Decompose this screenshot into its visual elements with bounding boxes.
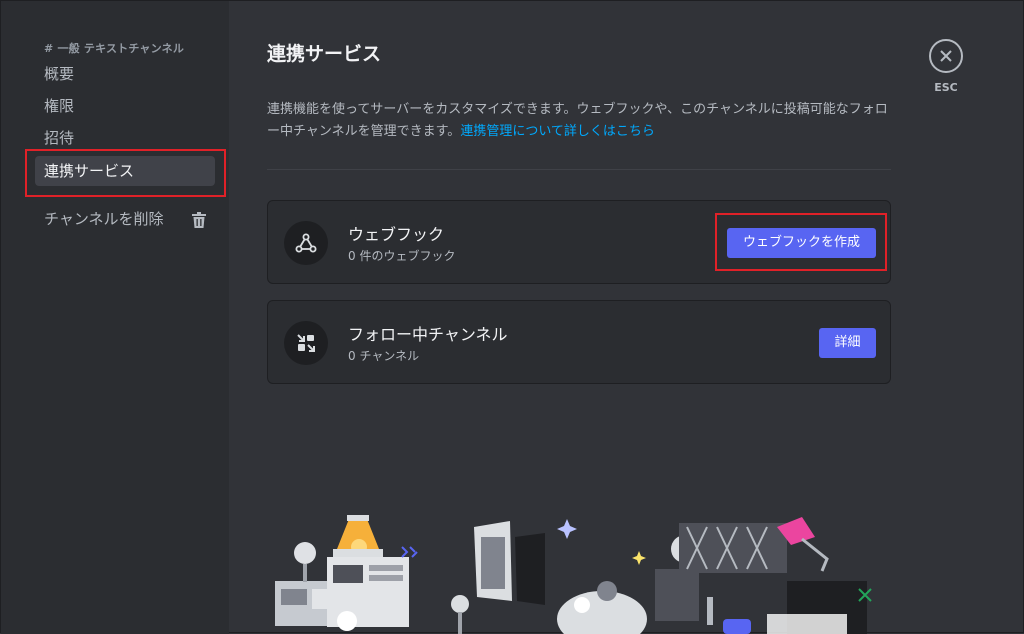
webhooks-count: 0 件のウェブフック: [348, 249, 456, 263]
highlight-box-integrations: [25, 149, 226, 197]
followed-channels-title: フォロー中チャンネル: [348, 325, 508, 344]
page-description: 連携機能を使ってサーバーをカスタマイズできます。ウェブフックや、このチャンネルに…: [267, 102, 888, 139]
sidebar-item-overview[interactable]: 概要: [35, 59, 215, 89]
close-icon: [940, 50, 952, 62]
esc-label: ESC: [934, 81, 958, 94]
sidebar-item-permissions[interactable]: 権限: [35, 91, 215, 121]
empty-state-illustration: [275, 515, 872, 634]
learn-more-link[interactable]: 連携管理について詳しくはこちら: [460, 124, 655, 139]
followed-channels-count: 0 チャンネル: [348, 349, 420, 363]
page-title: 連携サービス: [267, 43, 382, 65]
channel-header: # 一般 テキストチャンネル: [44, 42, 185, 55]
close-button[interactable]: [929, 39, 963, 73]
delete-channel-button[interactable]: チャンネルを削除: [35, 204, 215, 234]
divider: [267, 169, 891, 170]
webhooks-title: ウェブフック: [348, 225, 445, 244]
details-button[interactable]: 詳細: [819, 328, 876, 358]
highlight-box-create-webhook: [715, 213, 887, 271]
followed-channels-card: フォロー中チャンネル 0 チャンネル 詳細: [267, 300, 891, 384]
followed-channels-icon: [284, 321, 328, 365]
settings-sidebar: # 一般 テキストチャンネル 概要 権限 招待 連携サービス チャンネルを削除: [1, 1, 229, 634]
webhook-icon: [284, 221, 328, 265]
trash-icon[interactable]: [192, 212, 206, 228]
